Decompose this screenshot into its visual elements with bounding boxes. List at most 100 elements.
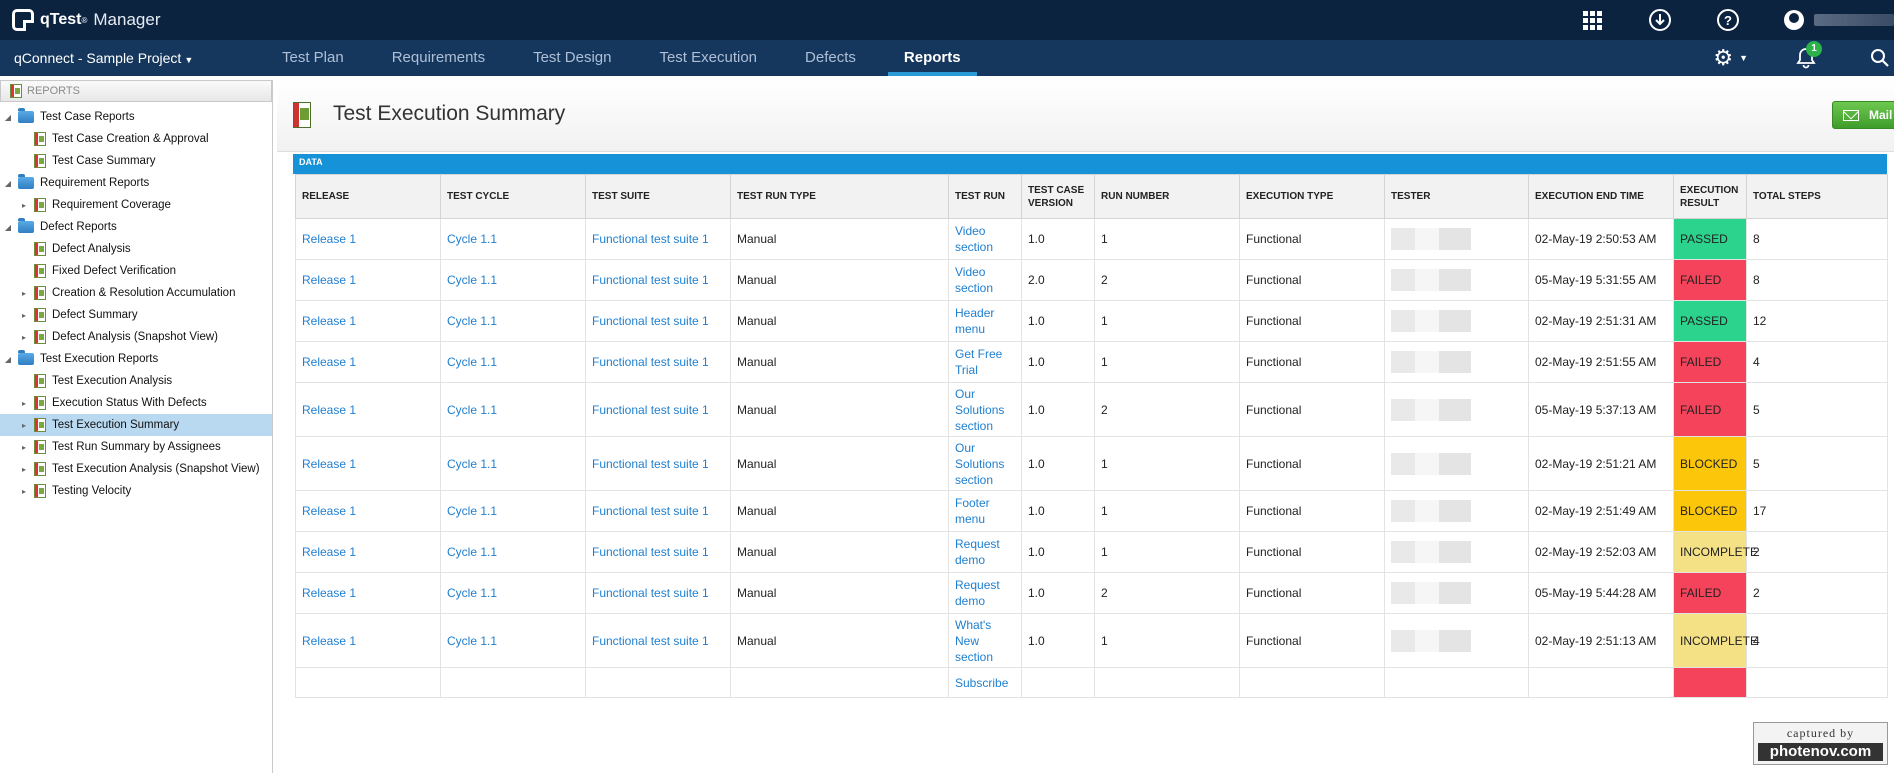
suite-link[interactable]: Functional test suite 1	[592, 457, 709, 471]
search-icon[interactable]	[1870, 48, 1890, 68]
suite-link[interactable]: Functional test suite 1	[592, 232, 709, 246]
tree-report-item[interactable]: Defect Analysis	[0, 238, 272, 260]
tab-reports[interactable]: Reports	[887, 40, 977, 76]
collapse-arrow-icon[interactable]: ◢	[2, 355, 14, 364]
release-link[interactable]: Release 1	[302, 273, 356, 287]
test-run-link[interactable]: Our Solutions section	[955, 441, 1004, 487]
cycle-link[interactable]: Cycle 1.1	[447, 314, 497, 328]
collapse-arrow-icon[interactable]: ◢	[2, 113, 14, 122]
release-link[interactable]: Release 1	[302, 586, 356, 600]
test-run-link[interactable]: What's New section	[955, 618, 993, 664]
suite-link[interactable]: Functional test suite 1	[592, 586, 709, 600]
suite-link[interactable]: Functional test suite 1	[592, 403, 709, 417]
tree-report-item[interactable]: ▸ Execution Status With Defects	[0, 392, 272, 414]
test-run-link[interactable]: Get Free Trial	[955, 347, 1002, 377]
tree-report-item[interactable]: ▸ Test Execution Summary	[0, 414, 272, 436]
release-link[interactable]: Release 1	[302, 634, 356, 648]
column-header[interactable]: TEST RUN	[948, 174, 1022, 219]
release-link[interactable]: Release 1	[302, 403, 356, 417]
column-header[interactable]: RUN NUMBER	[1094, 174, 1240, 219]
cycle-link[interactable]: Cycle 1.1	[447, 273, 497, 287]
download-icon[interactable]	[1648, 8, 1672, 32]
test-run-link[interactable]: Video section	[955, 265, 993, 295]
tree-report-item[interactable]: ▸ Test Execution Analysis (Snapshot View)	[0, 458, 272, 480]
cycle-link[interactable]: Cycle 1.1	[447, 403, 497, 417]
column-header[interactable]: TEST SUITE	[585, 174, 731, 219]
expand-arrow-icon[interactable]: ▸	[18, 465, 30, 474]
help-icon[interactable]: ?	[1716, 8, 1740, 32]
expand-arrow-icon[interactable]: ▸	[18, 289, 30, 298]
cycle-link[interactable]: Cycle 1.1	[447, 634, 497, 648]
suite-link[interactable]: Functional test suite 1	[592, 273, 709, 287]
test-run-link[interactable]: Header menu	[955, 306, 994, 336]
tree-folder[interactable]: ◢ Defect Reports	[0, 216, 272, 238]
tree-report-item[interactable]: ▸ Defect Analysis (Snapshot View)	[0, 326, 272, 348]
tree-report-item[interactable]: ▸ Defect Summary	[0, 304, 272, 326]
expand-arrow-icon[interactable]: ▸	[18, 421, 30, 430]
release-link[interactable]: Release 1	[302, 504, 356, 518]
user-menu[interactable]	[1784, 10, 1894, 30]
tab-requirements[interactable]: Requirements	[376, 40, 501, 76]
test-run-link[interactable]: Video section	[955, 224, 993, 254]
column-header[interactable]: TESTER	[1384, 174, 1529, 219]
suite-link[interactable]: Functional test suite 1	[592, 355, 709, 369]
collapse-arrow-icon[interactable]: ◢	[2, 179, 14, 188]
cycle-link[interactable]: Cycle 1.1	[447, 504, 497, 518]
tree-folder[interactable]: ◢ Requirement Reports	[0, 172, 272, 194]
cycle-link[interactable]: Cycle 1.1	[447, 355, 497, 369]
cycle-link[interactable]: Cycle 1.1	[447, 545, 497, 559]
tree-report-item[interactable]: Test Case Summary	[0, 150, 272, 172]
test-run-link[interactable]: Subscribe	[955, 676, 1008, 690]
column-header[interactable]: EXECUTION RESULT	[1673, 174, 1747, 219]
test-run-link[interactable]: Our Solutions section	[955, 387, 1004, 433]
project-selector[interactable]: qConnect - Sample Project ▼	[14, 50, 266, 66]
notifications-bell-icon[interactable]: 1	[1796, 41, 1822, 69]
app-logo[interactable]: qTest ® Manager	[12, 9, 161, 31]
mail-button[interactable]: Mail	[1832, 101, 1894, 129]
release-link[interactable]: Release 1	[302, 232, 356, 246]
expand-arrow-icon[interactable]: ▸	[18, 333, 30, 342]
release-link[interactable]: Release 1	[302, 314, 356, 328]
collapse-arrow-icon[interactable]: ◢	[2, 223, 14, 232]
tree-folder[interactable]: ◢ Test Execution Reports	[0, 348, 272, 370]
column-header[interactable]: EXECUTION END TIME	[1528, 174, 1674, 219]
tree-folder[interactable]: ◢ Test Case Reports	[0, 106, 272, 128]
expand-arrow-icon[interactable]: ▸	[18, 443, 30, 452]
tree-report-item[interactable]: ▸ Testing Velocity	[0, 480, 272, 502]
gear-icon[interactable]: ⚙	[1713, 45, 1733, 71]
column-header[interactable]: EXECUTION TYPE	[1239, 174, 1385, 219]
column-header[interactable]: TOTAL STEPS	[1746, 174, 1888, 219]
column-header[interactable]: RELEASE	[295, 174, 441, 219]
column-header[interactable]: TEST CASE VERSION	[1021, 174, 1095, 219]
release-link[interactable]: Release 1	[302, 457, 356, 471]
suite-link[interactable]: Functional test suite 1	[592, 314, 709, 328]
cycle-link[interactable]: Cycle 1.1	[447, 457, 497, 471]
suite-link[interactable]: Functional test suite 1	[592, 634, 709, 648]
tree-report-item[interactable]: ▸ Requirement Coverage	[0, 194, 272, 216]
chevron-down-icon[interactable]: ▼	[1739, 53, 1748, 63]
cycle-link[interactable]: Cycle 1.1	[447, 586, 497, 600]
suite-link[interactable]: Functional test suite 1	[592, 545, 709, 559]
cycle-link[interactable]: Cycle 1.1	[447, 232, 497, 246]
tree-report-item[interactable]: Fixed Defect Verification	[0, 260, 272, 282]
tree-report-item[interactable]: Test Case Creation & Approval	[0, 128, 272, 150]
expand-arrow-icon[interactable]: ▸	[18, 487, 30, 496]
tree-report-item[interactable]: Test Execution Analysis	[0, 370, 272, 392]
tab-defects[interactable]: Defects	[789, 40, 872, 76]
tab-test-execution[interactable]: Test Execution	[643, 40, 773, 76]
expand-arrow-icon[interactable]: ▸	[18, 311, 30, 320]
suite-link[interactable]: Functional test suite 1	[592, 504, 709, 518]
tree-report-item[interactable]: ▸ Test Run Summary by Assignees	[0, 436, 272, 458]
column-header[interactable]: TEST CYCLE	[440, 174, 586, 219]
test-run-link[interactable]: Footer menu	[955, 496, 990, 526]
test-run-link[interactable]: Request demo	[955, 537, 1000, 567]
release-link[interactable]: Release 1	[302, 355, 356, 369]
tree-report-item[interactable]: ▸ Creation & Resolution Accumulation	[0, 282, 272, 304]
test-run-link[interactable]: Request demo	[955, 578, 1000, 608]
expand-arrow-icon[interactable]: ▸	[18, 201, 30, 210]
tab-test-design[interactable]: Test Design	[517, 40, 627, 76]
release-link[interactable]: Release 1	[302, 545, 356, 559]
column-header[interactable]: TEST RUN TYPE	[730, 174, 949, 219]
tab-test-plan[interactable]: Test Plan	[266, 40, 360, 76]
expand-arrow-icon[interactable]: ▸	[18, 399, 30, 408]
